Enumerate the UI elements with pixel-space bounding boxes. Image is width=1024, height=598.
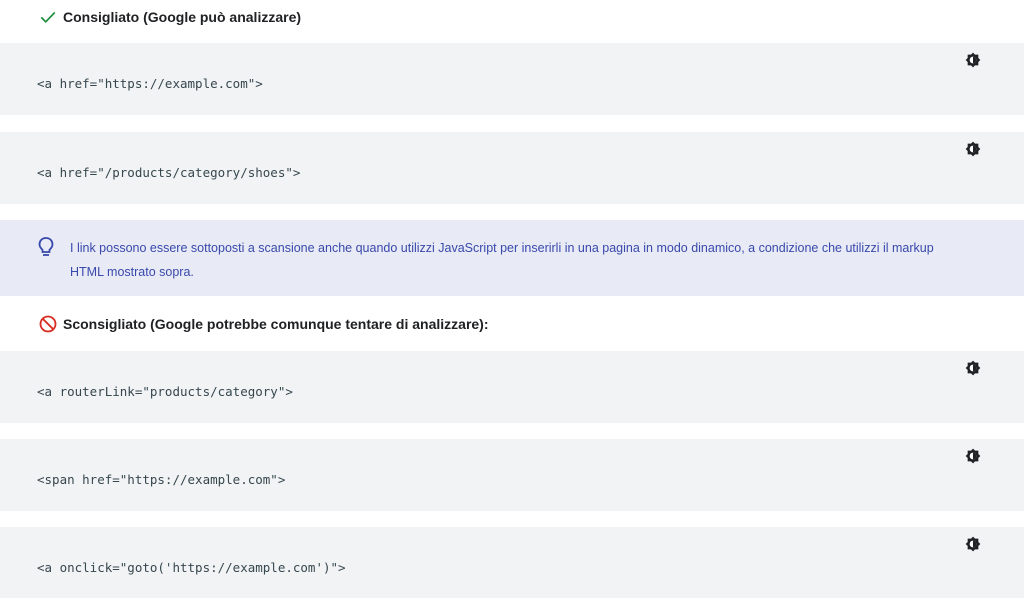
code-snippet: <span href="https://example.com"> [37,472,286,487]
info-note: I link possono essere sottoposti a scans… [0,220,1024,296]
check-icon [38,7,58,27]
theme-toggle-icon[interactable] [964,359,982,377]
code-snippet: <a routerLink="products/category"> [37,384,293,399]
block-icon [38,314,58,334]
code-snippet: <a onclick="goto('https://example.com')"… [37,560,346,575]
code-block: <span href="https://example.com"> [0,439,1024,511]
theme-toggle-icon[interactable] [964,447,982,465]
note-text: I link possono essere sottoposti a scans… [70,241,934,279]
code-block: <a href="https://example.com"> [0,43,1024,115]
recommended-heading-label: Consigliato (Google può analizzare) [63,9,302,25]
code-block: <a onclick="goto('https://example.com')"… [0,527,1024,598]
lightbulb-icon [37,236,55,258]
recommended-heading: Consigliato (Google può analizzare) [38,6,301,28]
code-snippet: <a href="https://example.com"> [37,76,263,91]
code-block: <a href="/products/category/shoes"> [0,132,1024,204]
theme-toggle-icon[interactable] [964,140,982,158]
theme-toggle-icon[interactable] [964,535,982,553]
code-block: <a routerLink="products/category"> [0,351,1024,423]
not-recommended-heading-label: Sconsigliato (Google potrebbe comunque t… [63,316,489,332]
not-recommended-heading: Sconsigliato (Google potrebbe comunque t… [38,313,489,335]
code-snippet: <a href="/products/category/shoes"> [37,165,301,180]
theme-toggle-icon[interactable] [964,51,982,69]
page: Consigliato (Google può analizzare) <a h… [0,0,1024,598]
